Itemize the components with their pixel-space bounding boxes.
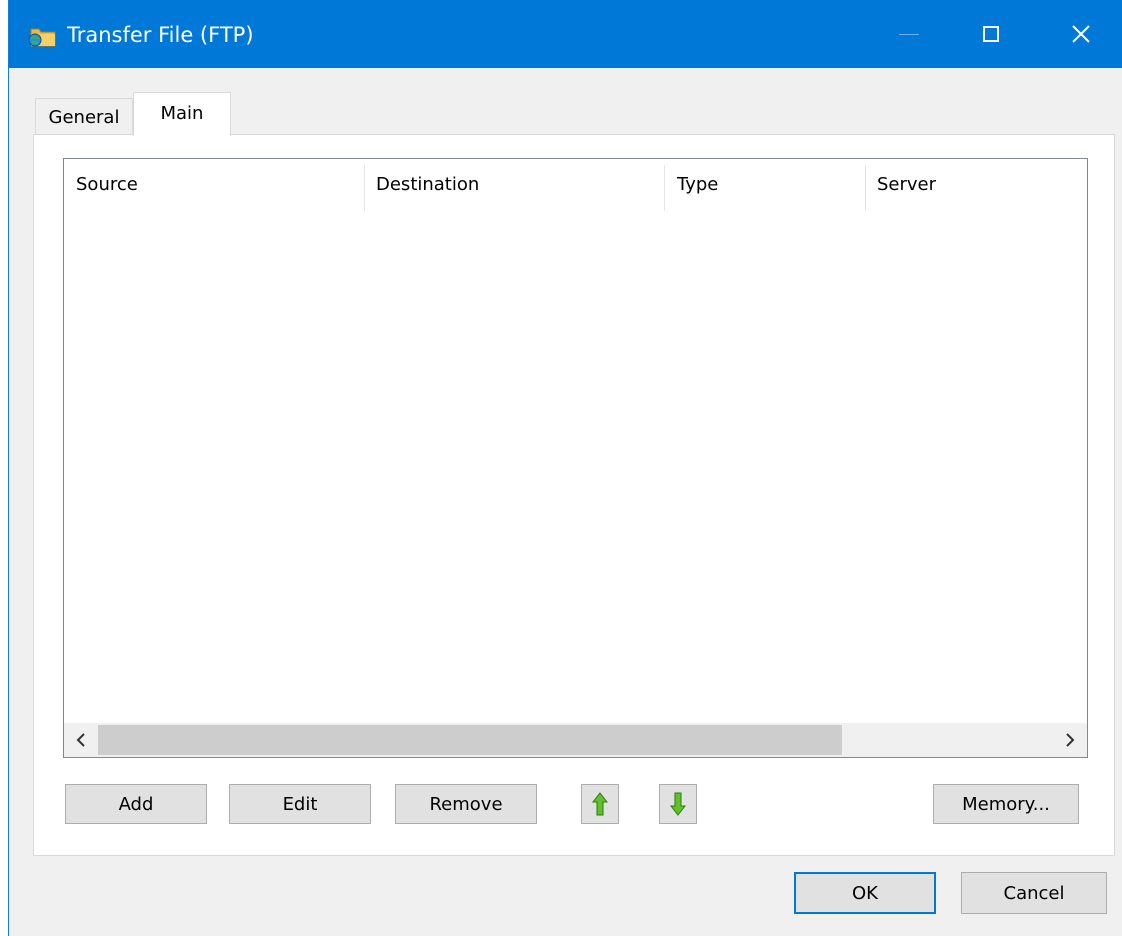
column-header-type[interactable]: Type (665, 159, 865, 211)
chevron-left-icon (76, 733, 85, 747)
add-button[interactable]: Add (65, 784, 207, 824)
edit-button[interactable]: Edit (229, 784, 371, 824)
chevron-right-icon (1066, 733, 1075, 747)
transfer-file-dialog: Transfer File (FTP) General Main Source … (8, 0, 1122, 936)
cancel-button[interactable]: Cancel (961, 872, 1107, 914)
transfer-list[interactable]: Source Destination Type Server (63, 158, 1088, 758)
column-header-source-label: Source (76, 174, 138, 195)
column-header-server[interactable]: Server (865, 159, 1087, 211)
tab-general[interactable]: General (35, 98, 133, 135)
minimize-button[interactable] (863, 0, 955, 68)
remove-button[interactable]: Remove (395, 784, 537, 824)
column-header-destination[interactable]: Destination (364, 159, 664, 211)
title-bar[interactable]: Transfer File (FTP) (9, 0, 1122, 68)
close-button[interactable] (1035, 0, 1122, 68)
window-title: Transfer File (FTP) (67, 23, 254, 47)
ok-button[interactable]: OK (794, 872, 936, 914)
move-down-button[interactable] (659, 784, 697, 824)
maximize-button[interactable] (945, 0, 1037, 68)
tab-main-label: Main (160, 103, 204, 124)
scroll-right-button[interactable] (1053, 723, 1087, 757)
horizontal-scrollbar[interactable] (64, 723, 1087, 757)
green-down-arrow-icon (670, 792, 686, 816)
list-header: Source Destination Type Server (64, 159, 1087, 211)
tab-main[interactable]: Main (133, 92, 231, 136)
memory-button[interactable]: Memory... (933, 784, 1079, 824)
scrollbar-thumb[interactable] (98, 725, 842, 755)
column-header-destination-label: Destination (376, 174, 480, 195)
ftp-folder-globe-icon (27, 25, 57, 47)
column-header-type-label: Type (677, 174, 719, 195)
column-header-source[interactable]: Source (64, 159, 364, 211)
tab-general-label: General (48, 106, 120, 128)
maximize-icon (983, 26, 999, 42)
scroll-left-button[interactable] (64, 723, 98, 757)
move-up-button[interactable] (581, 784, 619, 824)
green-up-arrow-icon (592, 792, 608, 816)
minimize-icon (899, 33, 919, 35)
column-header-server-label: Server (877, 174, 937, 195)
close-icon (1072, 25, 1090, 43)
